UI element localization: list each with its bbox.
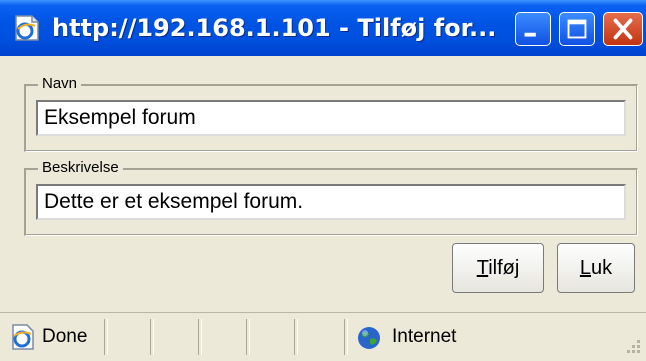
- title-bar[interactable]: http://192.168.1.101 - Tilføj for...: [0, 0, 646, 56]
- status-divider: [294, 319, 298, 355]
- ie-page-icon: [12, 14, 42, 42]
- dialog-window: http://192.168.1.101 - Tilføj for... Nav…: [0, 0, 646, 361]
- maximize-button[interactable]: [559, 12, 595, 46]
- zone-text: Internet: [392, 326, 457, 347]
- description-legend: Beskrivelse: [38, 159, 123, 177]
- description-input[interactable]: Dette er et eksempel forum.: [36, 184, 626, 220]
- add-button-label: ilføj: [488, 257, 520, 279]
- close-window-button[interactable]: [603, 12, 643, 46]
- globe-icon: [356, 325, 382, 351]
- minimize-icon: [524, 32, 536, 37]
- maximize-icon: [567, 19, 587, 39]
- add-button[interactable]: Tilføj: [452, 243, 544, 293]
- close-button-mnemonic: L: [579, 257, 591, 279]
- ie-page-icon: [10, 323, 36, 351]
- resize-grip-icon[interactable]: [624, 337, 642, 355]
- status-divider: [246, 319, 250, 355]
- close-button-label: uk: [591, 257, 613, 279]
- status-bar: Done Internet: [0, 312, 646, 361]
- status-text: Done: [42, 326, 88, 347]
- status-divider: [150, 319, 154, 355]
- window-title: http://192.168.1.101 - Tilføj for...: [52, 14, 497, 42]
- close-button[interactable]: Luk: [557, 243, 635, 293]
- minimize-button[interactable]: [515, 12, 551, 46]
- name-legend: Navn: [38, 75, 82, 93]
- name-input[interactable]: Eksempel forum: [36, 100, 626, 136]
- status-divider: [104, 319, 108, 355]
- description-group: Beskrivelse Dette er et eksempel forum.: [24, 159, 638, 236]
- status-divider: [198, 319, 202, 355]
- status-divider: [344, 319, 348, 355]
- add-button-mnemonic: T: [476, 257, 489, 279]
- name-group: Navn Eksempel forum: [24, 75, 638, 152]
- close-icon: [613, 18, 633, 40]
